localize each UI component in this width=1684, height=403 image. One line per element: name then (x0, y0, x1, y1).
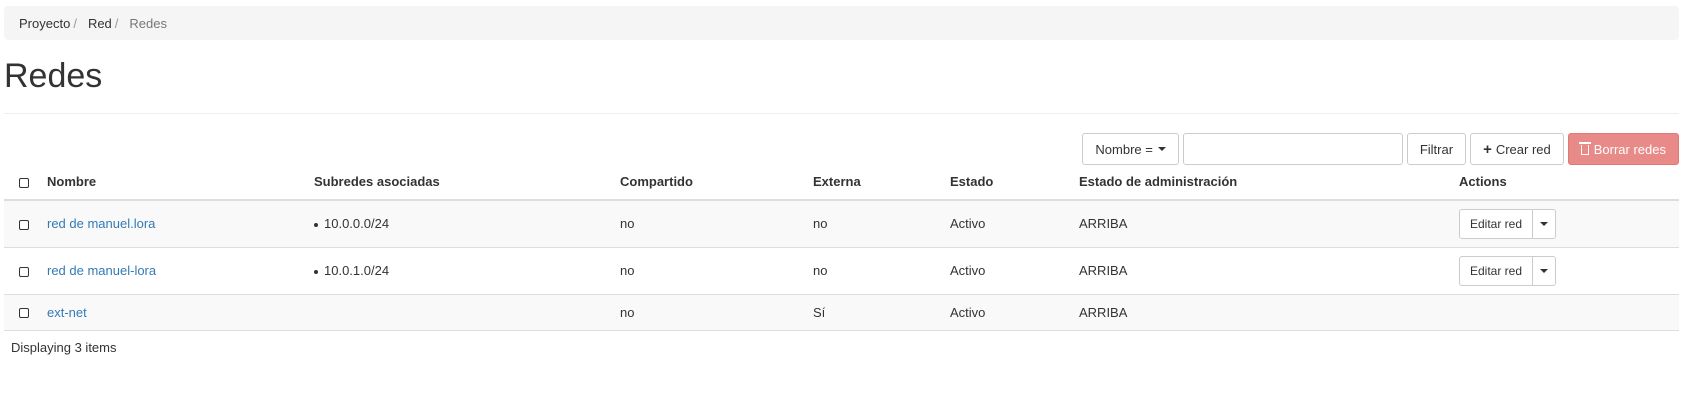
shared-value: no (620, 200, 813, 248)
create-network-label: Crear red (1495, 141, 1551, 157)
shared-value: no (620, 247, 813, 295)
filter-input[interactable] (1182, 133, 1403, 165)
table-row: red de manuel.lora 10.0.0.0/24 no no Act… (4, 200, 1679, 248)
breadcrumb-item-red[interactable]: Red (88, 16, 112, 31)
networks-table: Nombre Subredes asociadas Compartido Ext… (4, 164, 1679, 331)
column-header-shared[interactable]: Compartido (620, 164, 813, 201)
edit-network-button[interactable]: Editar red (1460, 209, 1534, 238)
subnet-cidr: 10.0.1.0/24 (324, 263, 390, 278)
external-value: no (813, 200, 950, 248)
delete-networks-label: Borrar redes (1593, 141, 1666, 157)
row-actions-group: Editar red (1459, 208, 1557, 239)
admin-state-value: ARRIBA (1079, 200, 1459, 248)
column-header-admin-state[interactable]: Estado de administración (1079, 164, 1459, 201)
delete-networks-button[interactable]: Borrar redes (1567, 133, 1679, 165)
chevron-down-icon (1157, 147, 1166, 151)
create-network-button[interactable]: + Crear red (1470, 133, 1564, 165)
row-actions-group: Editar red (1459, 255, 1557, 286)
bullet-icon (314, 222, 318, 227)
chevron-down-icon (1540, 268, 1549, 273)
row-checkbox[interactable] (19, 219, 29, 230)
column-header-name[interactable]: Nombre (47, 164, 314, 201)
row-actions-dropdown-toggle[interactable] (1533, 210, 1555, 238)
bullet-icon (314, 269, 318, 274)
table-row: ext-net no Sí Activo ARRIBA (4, 294, 1679, 331)
breadcrumb-item-proyecto[interactable]: Proyecto (19, 16, 70, 31)
breadcrumb-item-redes: Redes (129, 15, 167, 31)
title-divider (4, 113, 1679, 114)
filter-button[interactable]: Filtrar (1406, 133, 1467, 165)
shared-value: no (620, 294, 813, 331)
breadcrumb: Proyecto / Red / Redes (4, 6, 1679, 40)
row-actions-dropdown-toggle[interactable] (1533, 257, 1555, 285)
external-value: Sí (813, 294, 950, 331)
admin-state-value: ARRIBA (1079, 294, 1459, 331)
table-toolbar: Nombre = Filtrar + Crear red Borrar rede… (1078, 133, 1679, 165)
row-actions-empty (1459, 294, 1679, 331)
external-value: no (813, 247, 950, 295)
filter-field-label: Nombre = (1095, 141, 1153, 157)
network-name-link[interactable]: red de manuel.lora (47, 216, 155, 231)
column-header-subnets[interactable]: Subredes asociadas (314, 164, 620, 201)
column-header-status[interactable]: Estado (950, 164, 1079, 201)
page-title: Redes (4, 57, 103, 95)
plus-icon: + (1483, 140, 1492, 158)
select-all-checkbox[interactable] (19, 177, 29, 188)
row-checkbox[interactable] (19, 308, 29, 319)
network-name-link[interactable]: red de manuel-lora (47, 263, 156, 278)
subnet-cidr: 10.0.0.0/24 (324, 216, 390, 232)
column-header-external[interactable]: Externa (813, 164, 950, 201)
breadcrumb-separator: / (73, 15, 77, 31)
filter-field-dropdown[interactable]: Nombre = (1082, 133, 1179, 165)
trash-icon (1578, 142, 1591, 155)
chevron-down-icon (1540, 221, 1549, 226)
table-row: red de manuel-lora 10.0.1.0/24 no no Act… (4, 247, 1679, 295)
edit-network-button[interactable]: Editar red (1460, 256, 1534, 285)
status-value: Activo (950, 200, 1079, 248)
table-footer-count: Displaying 3 items (11, 340, 117, 355)
breadcrumb-separator: / (114, 15, 119, 31)
status-value: Activo (950, 294, 1079, 331)
column-header-actions: Actions (1459, 164, 1679, 201)
admin-state-value: ARRIBA (1079, 247, 1459, 295)
table-header-row: Nombre Subredes asociadas Compartido Ext… (4, 164, 1679, 201)
network-name-link[interactable]: ext-net (47, 305, 87, 320)
status-value: Activo (950, 247, 1079, 295)
row-checkbox[interactable] (19, 266, 29, 277)
subnet-cidr (314, 294, 620, 331)
